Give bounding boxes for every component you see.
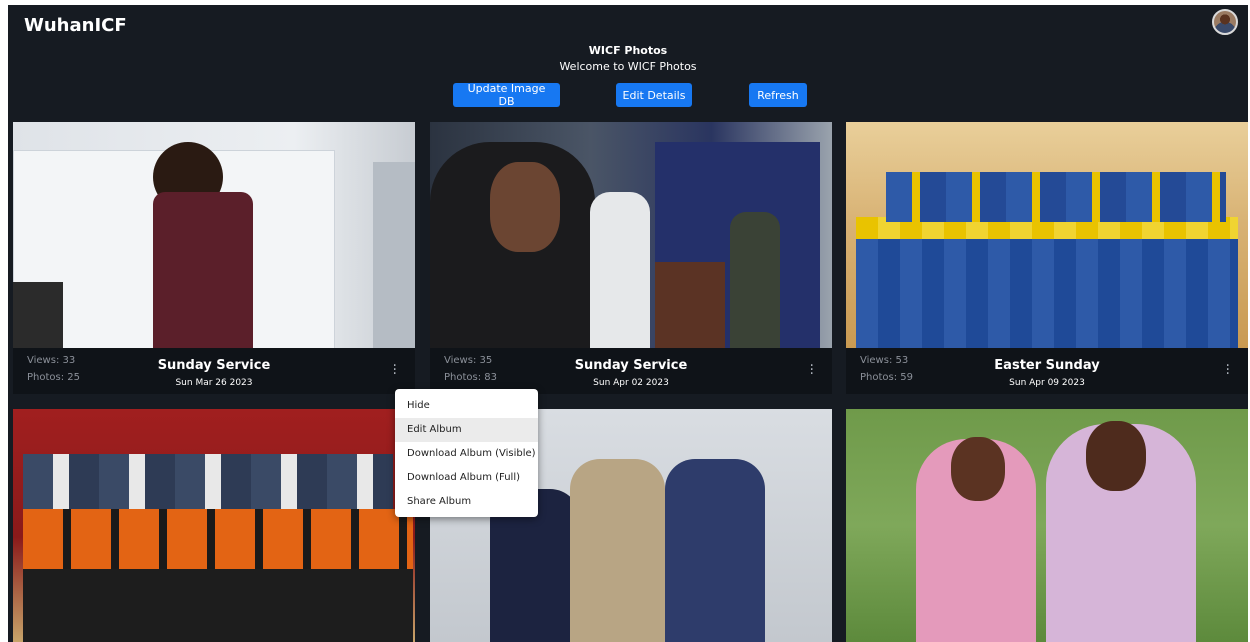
album-cover-image[interactable] [846, 122, 1248, 348]
album-cover-image[interactable] [13, 122, 415, 348]
album-cover-image[interactable] [846, 409, 1248, 642]
album-card[interactable] [846, 409, 1248, 642]
brand-logo[interactable]: WuhanICF [24, 15, 127, 36]
album-date: Sun Apr 09 2023 [1009, 378, 1085, 388]
kebab-menu-icon[interactable]: · · · [393, 359, 397, 381]
album-card[interactable]: Views: 33 Photos: 25 Sunday Service Sun … [13, 122, 415, 394]
album-info: Views: 33 Photos: 25 Sunday Service Sun … [13, 348, 415, 394]
album-card[interactable]: Views: 53 Photos: 59 Easter Sunday Sun A… [846, 122, 1248, 394]
refresh-button[interactable]: Refresh [749, 83, 807, 107]
album-info: Views: 35 Photos: 83 Sunday Service Sun … [430, 348, 832, 394]
album-date: Sun Mar 26 2023 [175, 378, 253, 388]
album-cover-image[interactable] [430, 122, 832, 348]
app-window: WuhanICF WICF Photos Welcome to WICF Pho… [8, 5, 1248, 642]
album-title[interactable]: Sunday Service [13, 358, 415, 373]
kebab-menu-icon[interactable]: · · · [810, 359, 814, 381]
album-cover-image[interactable] [13, 409, 415, 642]
user-avatar[interactable] [1212, 9, 1238, 35]
menu-item-share-album[interactable]: Share Album [395, 490, 538, 514]
kebab-menu-icon[interactable]: · · · [1226, 359, 1230, 381]
menu-item-download-full[interactable]: Download Album (Full) [395, 466, 538, 490]
album-title[interactable]: Sunday Service [430, 358, 832, 373]
album-card[interactable] [13, 409, 415, 642]
menu-item-download-visible[interactable]: Download Album (Visible) [395, 442, 538, 466]
menu-item-edit-album[interactable]: Edit Album [395, 418, 538, 442]
update-image-db-button[interactable]: Update Image DB [453, 82, 560, 108]
edit-details-button[interactable]: Edit Details [616, 83, 692, 107]
album-card[interactable]: Views: 35 Photos: 83 Sunday Service Sun … [430, 122, 832, 394]
album-title[interactable]: Easter Sunday [846, 358, 1248, 373]
album-info: Views: 53 Photos: 59 Easter Sunday Sun A… [846, 348, 1248, 394]
page-subtitle: Welcome to WICF Photos [559, 60, 697, 73]
album-context-menu: Hide Edit Album Download Album (Visible)… [395, 389, 538, 517]
album-date: Sun Apr 02 2023 [593, 378, 669, 388]
menu-item-hide[interactable]: Hide [395, 394, 538, 418]
page-title: WICF Photos [588, 44, 668, 57]
